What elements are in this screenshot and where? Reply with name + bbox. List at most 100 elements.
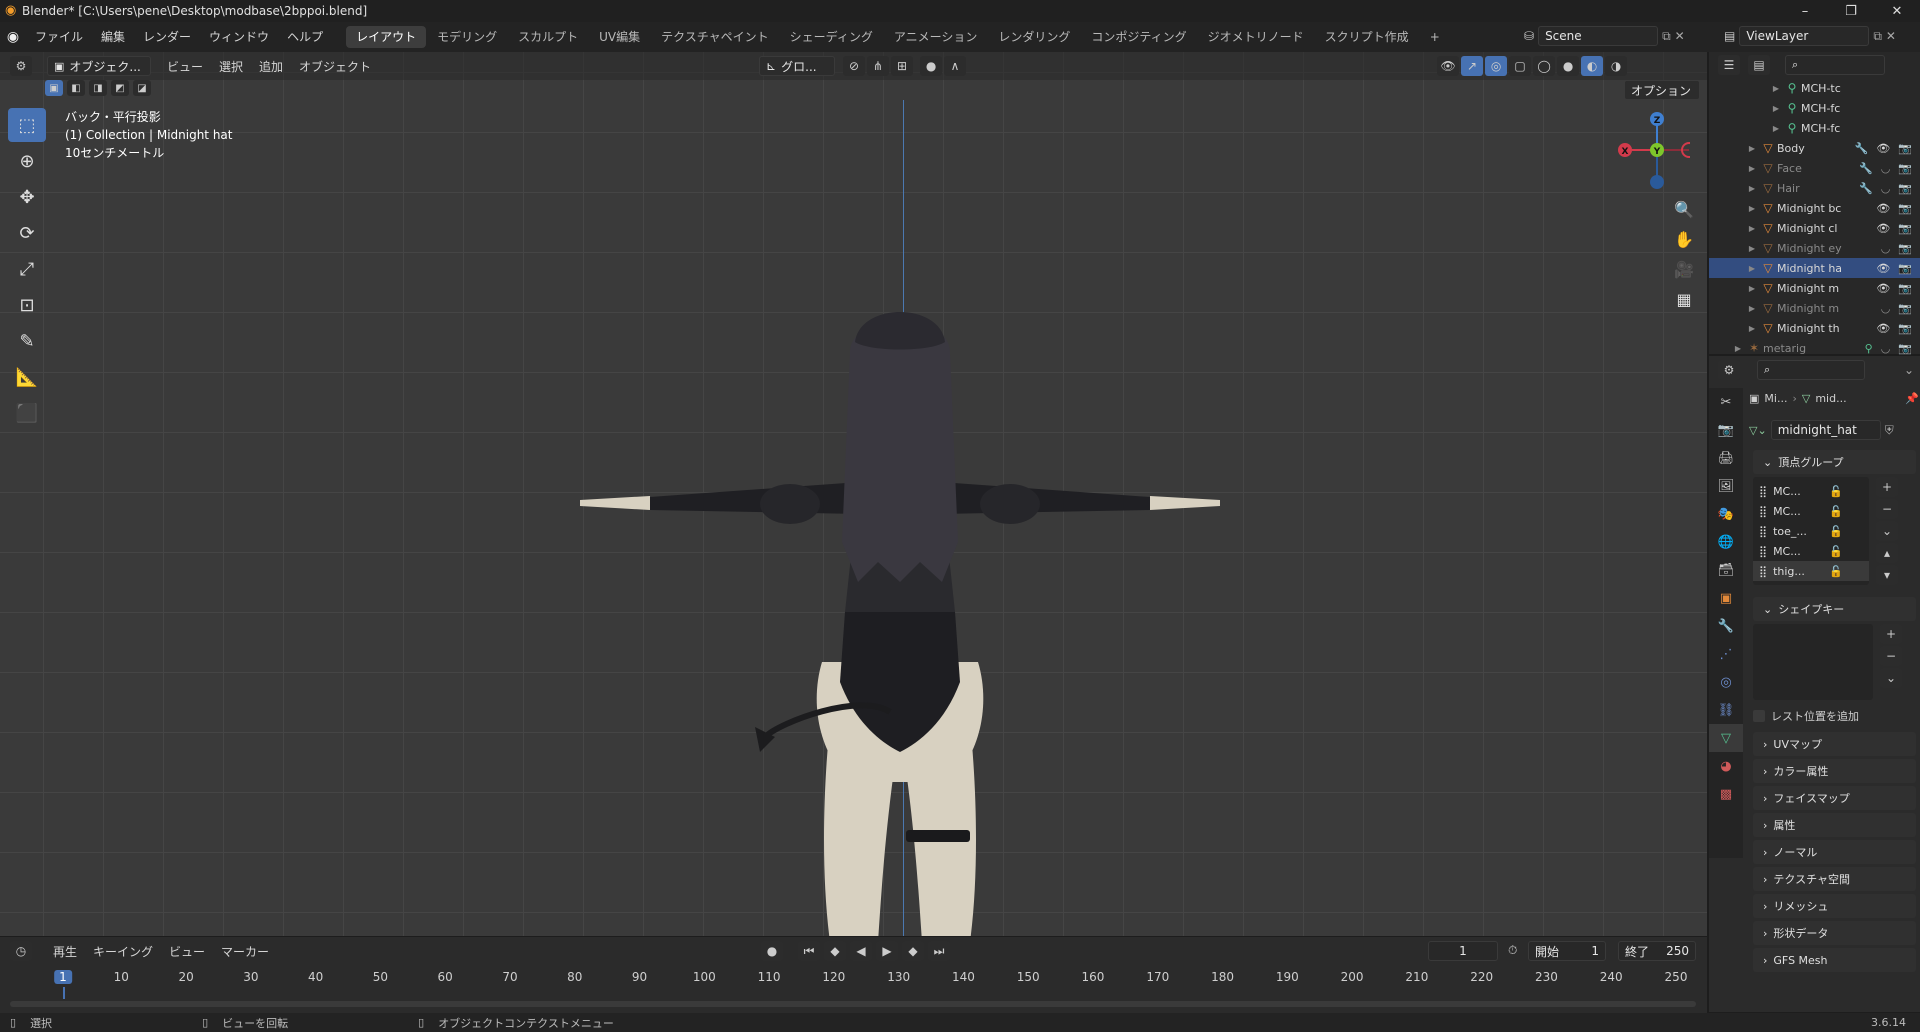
outliner-row[interactable]: ▶ ✶ metarig ⚲ ◡ 📷: [1709, 338, 1920, 358]
material-tab-icon[interactable]: ◕: [1709, 752, 1743, 780]
outliner-row[interactable]: ▶ ⚲ MCH-fc: [1709, 98, 1920, 118]
panel-remesh[interactable]: › リメッシュ: [1753, 894, 1916, 918]
texture-tab-icon[interactable]: ▩: [1709, 780, 1743, 808]
tab-modeling[interactable]: モデリング: [427, 26, 507, 48]
camera-icon[interactable]: 📷: [1898, 242, 1912, 255]
menu-file[interactable]: ファイル: [26, 22, 92, 52]
tab-sculpt[interactable]: スカルプト: [508, 26, 588, 48]
camera-icon[interactable]: 📷: [1898, 282, 1912, 295]
select-extend-icon[interactable]: ◧: [67, 80, 85, 96]
rotate-tool-icon[interactable]: ⟳: [8, 216, 46, 250]
outliner-row[interactable]: ▶ ▽ Midnight m ◡ 📷: [1709, 298, 1920, 318]
expand-icon[interactable]: ▶: [1745, 304, 1759, 313]
start-frame-field[interactable]: 開始 1: [1528, 941, 1606, 961]
select-new-icon[interactable]: ▣: [45, 80, 63, 96]
restore-icon[interactable]: ❐: [1828, 0, 1874, 22]
view-layer-tab-icon[interactable]: 🖼: [1709, 472, 1743, 500]
add-workspace-icon[interactable]: +: [1420, 26, 1450, 48]
menu-window[interactable]: ウィンドウ: [200, 22, 278, 52]
panel-uv-maps[interactable]: › UVマップ: [1753, 732, 1916, 756]
close-icon[interactable]: ✕: [1874, 0, 1920, 22]
camera-icon[interactable]: 📷: [1898, 202, 1912, 215]
eye-hidden-icon[interactable]: ◡: [1881, 302, 1891, 315]
expand-icon[interactable]: ▶: [1745, 224, 1759, 233]
lock-icon[interactable]: 🔓: [1829, 545, 1843, 558]
modifier-icon[interactable]: 🔧: [1859, 182, 1873, 195]
eye-icon[interactable]: 👁: [1876, 282, 1890, 295]
outliner-row-selected[interactable]: ▶ ▽ Midnight ha 👁 📷: [1709, 258, 1920, 278]
expand-icon[interactable]: ▶: [1745, 244, 1759, 253]
outliner-search-field[interactable]: ⌕: [1785, 55, 1885, 75]
annotate-tool-icon[interactable]: ✎: [8, 324, 46, 358]
camera-icon[interactable]: 📷: [1898, 142, 1912, 155]
tool-tab-icon[interactable]: ✂: [1709, 388, 1743, 416]
expand-icon[interactable]: ▶: [1745, 184, 1759, 193]
expand-icon[interactable]: ▶: [1745, 164, 1759, 173]
lock-icon[interactable]: 🔓: [1829, 565, 1843, 578]
select-subtract-icon[interactable]: ◨: [89, 80, 107, 96]
outliner-row[interactable]: ▶ ▽ Midnight th 👁 📷: [1709, 318, 1920, 338]
scene-field[interactable]: Scene: [1538, 26, 1659, 46]
current-frame-field[interactable]: 1: [1428, 941, 1498, 961]
render-tab-icon[interactable]: 📷: [1709, 416, 1743, 444]
shape-keys-panel-header[interactable]: ⌄ シェイプキー: [1753, 597, 1916, 621]
add-shape-key-icon[interactable]: +: [1880, 624, 1902, 644]
output-tab-icon[interactable]: 🖨: [1709, 444, 1743, 472]
jump-end-icon[interactable]: ⏭: [928, 941, 950, 961]
pan-hand-icon[interactable]: ✋: [1670, 224, 1698, 254]
tab-compositing[interactable]: コンポジティング: [1081, 26, 1196, 48]
outliner-row[interactable]: ▶ ▽ Face 🔧 ◡ 📷: [1709, 158, 1920, 178]
eye-hidden-icon[interactable]: ◡: [1881, 342, 1891, 355]
tab-layout[interactable]: レイアウト: [346, 26, 427, 48]
collection-tab-icon[interactable]: 🗃: [1709, 556, 1743, 584]
pose-icon[interactable]: ⚲: [1865, 342, 1873, 355]
outliner-editor-type-icon[interactable]: ☰: [1718, 55, 1740, 75]
measure-tool-icon[interactable]: 📐: [8, 360, 46, 394]
expand-icon[interactable]: ▶: [1769, 104, 1783, 113]
particles-tab-icon[interactable]: ⋰: [1709, 640, 1743, 668]
tab-uv-editing[interactable]: UV編集: [589, 26, 650, 48]
eye-icon[interactable]: 👁: [1876, 262, 1890, 275]
minimize-icon[interactable]: –: [1782, 0, 1828, 22]
prev-keyframe-icon[interactable]: ◆: [824, 941, 846, 961]
outliner-row[interactable]: ▶ ▽ Midnight bc 👁 📷: [1709, 198, 1920, 218]
mode-dropdown[interactable]: ▣ オブジェク...: [47, 56, 151, 76]
current-frame-marker[interactable]: 1: [54, 970, 72, 984]
lock-icon[interactable]: 🔓: [1829, 505, 1843, 518]
pivot-icon[interactable]: ⊘: [843, 56, 866, 76]
editor-type-icon[interactable]: ⚙: [10, 56, 32, 76]
wireframe-shading-icon[interactable]: ◯: [1533, 56, 1556, 76]
delete-scene-icon[interactable]: ✕: [1675, 29, 1685, 43]
end-frame-field[interactable]: 終了 250: [1618, 941, 1696, 961]
timeline-editor-type-icon[interactable]: ◷: [10, 941, 32, 961]
grid-view-icon[interactable]: ▦: [1670, 284, 1698, 314]
mesh-data-name-field[interactable]: midnight_hat: [1770, 420, 1881, 440]
properties-options-icon[interactable]: ⌄: [1904, 363, 1914, 377]
rest-position-checkbox[interactable]: [1753, 710, 1765, 722]
snap-icon[interactable]: ⋔: [867, 56, 890, 76]
vertex-group-specials-icon[interactable]: ⌄: [1876, 521, 1898, 541]
physics-tab-icon[interactable]: ◎: [1709, 668, 1743, 696]
vertex-group-item-active[interactable]: ⣿ thig... 🔓: [1753, 561, 1869, 581]
menu-marker[interactable]: マーカー: [213, 943, 277, 960]
camera-icon[interactable]: 📷: [1898, 262, 1912, 275]
blender-menu-icon[interactable]: ◉: [0, 29, 26, 45]
xray-icon[interactable]: ▢: [1509, 56, 1532, 76]
mesh-data-browse-icon[interactable]: ▽⌄: [1749, 424, 1767, 437]
fake-user-shield-icon[interactable]: ⛨: [1885, 423, 1894, 438]
panel-attributes[interactable]: › 属性: [1753, 813, 1916, 837]
expand-icon[interactable]: ▶: [1745, 324, 1759, 333]
zoom-icon[interactable]: 🔍: [1670, 194, 1698, 224]
tab-rendering[interactable]: レンダリング: [988, 26, 1080, 48]
menu-add[interactable]: 追加: [251, 58, 291, 75]
scale-tool-icon[interactable]: ⤢: [8, 252, 46, 286]
data-tab-icon[interactable]: ▽: [1709, 724, 1743, 752]
snap-target-icon[interactable]: ⊞: [891, 56, 914, 76]
gizmo-neg-z-axis[interactable]: [1650, 175, 1664, 189]
camera-icon[interactable]: 📷: [1898, 222, 1912, 235]
eye-icon[interactable]: 👁: [1876, 202, 1890, 215]
panel-texture-space[interactable]: › テクスチャ空間: [1753, 867, 1916, 891]
object-tab-icon[interactable]: ▣: [1709, 584, 1743, 612]
transform-orientation-dropdown[interactable]: ⊾ グロ...: [759, 56, 836, 76]
view-layer-icon[interactable]: ▤: [1724, 29, 1735, 43]
